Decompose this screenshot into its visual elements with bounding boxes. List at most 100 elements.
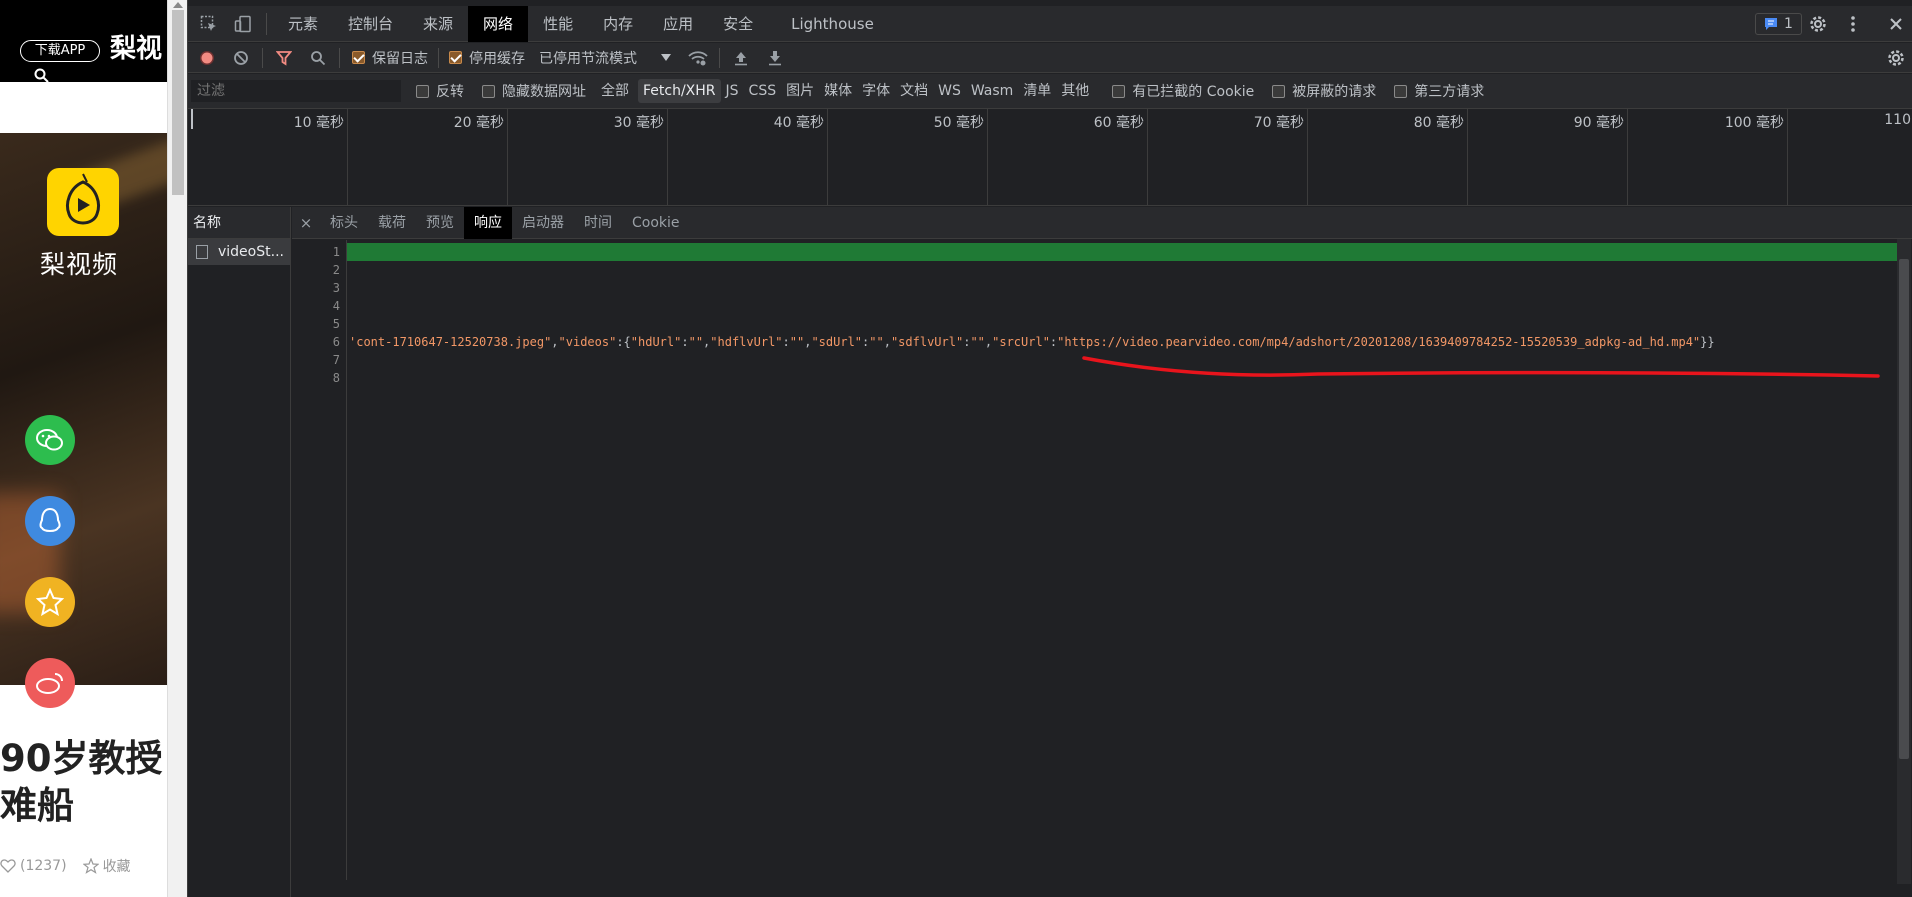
line-number: 5 (332, 317, 340, 331)
filter-type-fetch-xhr[interactable]: Fetch/XHR (638, 79, 721, 103)
tab-security[interactable]: 安全 (708, 6, 768, 42)
page-header: 下载APP 梨视 (0, 0, 167, 83)
filter-type-other[interactable]: 其他 (1056, 79, 1094, 103)
checkbox[interactable] (1394, 84, 1408, 98)
qq-share-icon[interactable] (25, 496, 75, 546)
timeline-tick-label: 80 毫秒 (1413, 115, 1464, 131)
filter-type-wasm[interactable]: Wasm (966, 79, 1018, 103)
record-icon[interactable] (190, 43, 224, 73)
more-options-icon[interactable] (1840, 9, 1866, 39)
filter-icon[interactable] (267, 43, 301, 73)
favorite-label: 收藏 (102, 859, 131, 875)
star-icon (82, 858, 99, 874)
preserve-log-checkbox[interactable]: 保留日志 (352, 48, 428, 68)
favorite-button[interactable]: 收藏 (82, 856, 131, 876)
issues-count: 1 (1784, 16, 1793, 32)
name-column-header[interactable]: 名称 (188, 207, 290, 239)
filter-type-ws[interactable]: WS (933, 79, 966, 103)
filter-type-all[interactable]: 全部 (596, 79, 634, 103)
weibo-share-icon[interactable] (25, 658, 75, 708)
network-settings-gear-icon[interactable] (1883, 43, 1909, 73)
network-timeline-overview[interactable]: 10 毫秒 20 毫秒 30 毫秒 40 毫秒 50 毫秒 60 毫秒 70 毫… (188, 109, 1912, 206)
tab-initiator[interactable]: 启动器 (512, 207, 574, 239)
line-number: 8 (332, 371, 340, 385)
checkbox-checked[interactable] (449, 51, 462, 64)
network-conditions-icon[interactable] (681, 43, 715, 73)
line-number-gutter: 1 2 3 4 5 6 7 8 (292, 240, 346, 880)
throttling-value: 已停用节流模式 (539, 50, 637, 67)
timeline-tick-label: 70 毫秒 (1253, 115, 1304, 131)
tab-response[interactable]: 响应 (464, 206, 512, 239)
tab-performance[interactable]: 性能 (528, 6, 588, 42)
filter-type-js[interactable]: JS (721, 79, 744, 103)
disable-cache-checkbox[interactable]: 停用缓存 (449, 48, 525, 68)
blocked-cookies-checkbox[interactable]: 有已拦截的 Cookie (1112, 81, 1254, 101)
tab-payload[interactable]: 载荷 (368, 207, 416, 239)
blocked-cookies-label: 有已拦截的 Cookie (1132, 84, 1255, 100)
checkbox[interactable] (1112, 84, 1126, 98)
download-app-button[interactable]: 下载APP (20, 40, 100, 62)
filter-type-font[interactable]: 字体 (857, 79, 895, 103)
filter-type-manifest[interactable]: 清单 (1018, 79, 1056, 103)
import-har-icon[interactable] (724, 43, 758, 73)
vertical-scroll-thumb[interactable] (1899, 259, 1909, 759)
tab-headers[interactable]: 标头 (320, 207, 368, 239)
tab-network[interactable]: 网络 (468, 5, 529, 42)
search-icon[interactable] (301, 43, 335, 73)
close-detail-icon[interactable]: × (292, 214, 320, 232)
device-toolbar-icon[interactable] (226, 6, 260, 42)
tab-console[interactable]: 控制台 (333, 6, 408, 42)
blocked-requests-checkbox[interactable]: 被屏蔽的请求 (1272, 81, 1376, 101)
checkbox[interactable] (416, 84, 429, 98)
tab-preview[interactable]: 预览 (416, 207, 464, 239)
third-party-checkbox[interactable]: 第三方请求 (1394, 81, 1484, 101)
checkbox[interactable] (1272, 84, 1286, 98)
devtools-panel: 元素 控制台 来源 网络 性能 内存 应用 安全 Lighthouse 1 保留… (187, 0, 1912, 897)
tab-elements[interactable]: 元素 (273, 6, 333, 42)
search-icon[interactable] (34, 68, 50, 88)
filter-type-img[interactable]: 图片 (781, 79, 819, 103)
invert-checkbox[interactable]: 反转 (416, 81, 464, 101)
timeline-tick-label: 50 毫秒 (933, 115, 984, 131)
tab-lighthouse[interactable]: Lighthouse (776, 6, 889, 42)
wechat-share-icon[interactable] (25, 415, 75, 465)
filter-type-doc[interactable]: 文档 (895, 79, 933, 103)
network-toolbar: 保留日志 停用缓存 已停用节流模式 (188, 43, 1912, 73)
tab-application[interactable]: 应用 (648, 6, 708, 42)
checkbox-checked[interactable] (352, 51, 365, 64)
tab-cookies[interactable]: Cookie (622, 207, 690, 239)
like-button[interactable]: (1237) (0, 858, 67, 874)
request-list: 名称 videoSt... (188, 207, 291, 897)
hide-data-urls-checkbox[interactable]: 隐藏数据网址 (482, 81, 586, 101)
filter-type-css[interactable]: CSS (744, 79, 782, 103)
pear-video-logo (47, 168, 119, 236)
filter-type-media[interactable]: 媒体 (819, 79, 857, 103)
inspect-element-icon[interactable] (192, 6, 226, 42)
filter-input[interactable] (191, 80, 401, 102)
request-row[interactable]: videoSt... (188, 239, 290, 265)
response-vertical-scrollbar[interactable] (1897, 239, 1911, 884)
export-har-icon[interactable] (758, 43, 792, 73)
timeline-tick-label: 110 (1884, 112, 1911, 128)
throttling-select[interactable]: 已停用节流模式 (539, 48, 671, 68)
tab-timing[interactable]: 时间 (574, 207, 622, 239)
request-detail-panel: × 标头 载荷 预览 响应 启动器 时间 Cookie 1 2 3 4 5 6 … (292, 206, 1912, 897)
response-viewer[interactable]: 1 2 3 4 5 6 7 8 'cont-1710647-12520738.j… (292, 240, 1912, 890)
code-line-highlighted (347, 243, 1911, 261)
tab-sources[interactable]: 来源 (408, 6, 468, 42)
clear-icon[interactable] (224, 43, 258, 73)
close-devtools-icon[interactable] (1883, 9, 1909, 39)
qzone-share-icon[interactable] (25, 577, 75, 627)
page-scroll-thumb[interactable] (172, 10, 184, 195)
checkbox[interactable] (482, 84, 495, 98)
third-party-label: 第三方请求 (1414, 84, 1485, 100)
scroll-up-arrow[interactable] (173, 2, 183, 8)
issues-badge[interactable]: 1 (1755, 13, 1802, 35)
preserve-log-label: 保留日志 (372, 50, 428, 67)
line-number: 6 (332, 335, 340, 349)
line-number: 2 (332, 263, 340, 277)
settings-gear-icon[interactable] (1805, 9, 1831, 39)
tab-memory[interactable]: 内存 (588, 6, 648, 42)
page-scrollbar[interactable] (167, 0, 187, 897)
